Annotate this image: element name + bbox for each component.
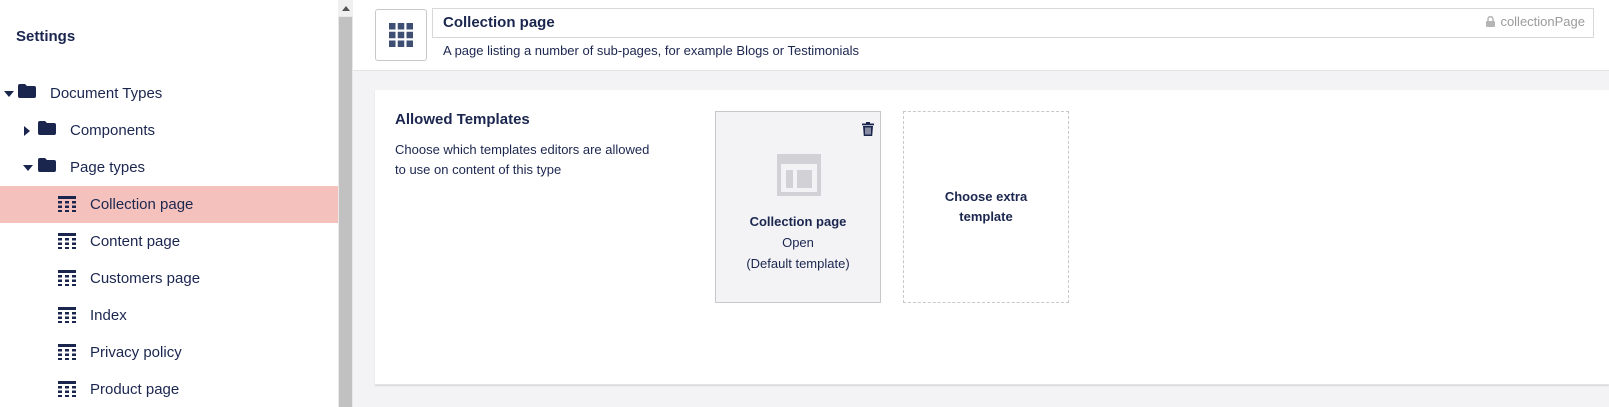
scrollbar-thumb[interactable] [339,17,352,407]
doctype-icon-picker[interactable] [375,9,427,61]
tree-item-customers-page[interactable]: Customers page [0,260,338,297]
tree-item-content-page[interactable]: Content page [0,223,338,260]
tree-item-label: Privacy policy [90,344,182,361]
tree-item-label: Document Types [50,85,163,102]
tree-item-label: Content page [90,233,181,250]
template-card-collection-page[interactable]: Collection page Open (Default template) [715,111,881,303]
tree-item-label: Components [70,122,156,139]
tree-item-index[interactable]: Index [0,297,338,334]
tree-item-components[interactable]: Components [0,112,338,149]
template-open-link[interactable]: Open [716,235,880,250]
grid-icon [58,196,76,212]
allowed-templates-panel: Allowed Templates Choose which templates… [375,90,1609,385]
tree-item-page-types[interactable]: Page types [0,149,338,186]
tree-item-label: Customers page [90,270,201,287]
tree-item-label: Collection page [90,196,194,213]
choose-extra-template-label: Choose extra template [944,189,1028,224]
template-layout-icon [777,154,821,196]
tree-item-collection-page[interactable]: Collection page [0,186,338,223]
folder-icon [38,158,56,172]
folder-icon [38,121,56,135]
caret-down-icon[interactable] [4,91,14,97]
sidebar-title: Settings [16,28,76,45]
grid-icon [58,381,76,397]
tree-item-label: Index [90,307,127,324]
grid-icon [58,270,76,286]
grid-icon [389,23,413,47]
doctype-description[interactable]: A page listing a number of sub-pages, fo… [443,43,859,58]
sidebar: Settings Document Types Components Page … [0,0,338,407]
folder-icon [18,84,36,98]
tree-item-product-page[interactable]: Product page [0,371,338,407]
caret-down-icon[interactable] [23,165,33,171]
grid-icon [58,233,76,249]
tree-item-label: Product page [90,381,180,398]
alias-field[interactable]: collectionPage [1486,14,1585,29]
grid-icon [58,307,76,323]
section-description: Choose which templates editors are allow… [395,142,650,177]
tree-item-label: Page types [70,159,146,176]
grid-icon [58,344,76,360]
trash-icon[interactable] [862,122,874,136]
alias-value: collectionPage [1500,14,1585,29]
doctype-name-input[interactable]: Collection page [432,8,1594,38]
scroll-up-icon[interactable] [338,0,353,16]
template-name: Collection page [749,214,847,229]
editor-header: Collection page collectionPage A page li… [353,0,1609,71]
tree-item-document-types[interactable]: Document Types [0,75,338,112]
lock-icon[interactable] [1486,16,1496,27]
section-title: Allowed Templates [395,111,530,128]
choose-extra-template-button[interactable]: Choose extra template [903,111,1069,303]
caret-right-icon[interactable] [24,126,30,136]
sidebar-scrollbar[interactable] [338,0,353,407]
tree-item-privacy-policy[interactable]: Privacy policy [0,334,338,371]
template-default-label[interactable]: (Default template) [716,256,880,271]
